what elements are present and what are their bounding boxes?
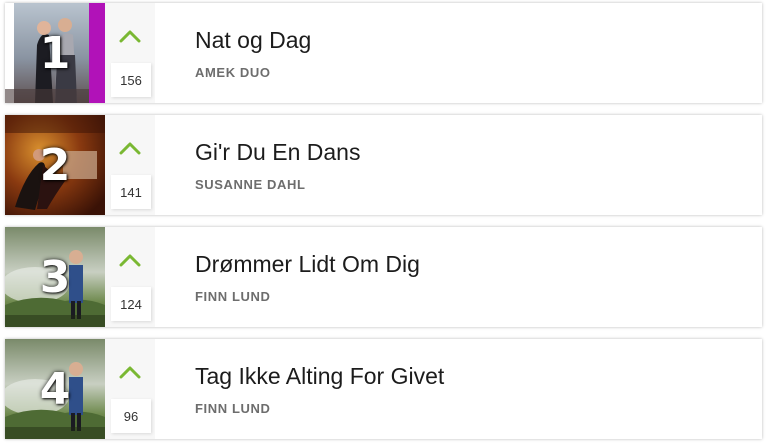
artist-name[interactable]: SUSANNE DAHL [195, 177, 305, 192]
artist-name[interactable]: FINN LUND [195, 289, 270, 304]
song-title[interactable]: Gi'r Du En Dans [195, 139, 360, 166]
chart-entry[interactable]: 3 124 Drømmer Lidt Om Dig FINN LUND [5, 227, 762, 327]
trend-column: 96 [105, 339, 155, 439]
rank-number: 3 [39, 251, 71, 303]
points-count: 141 [111, 175, 151, 209]
artist-name[interactable]: FINN LUND [195, 401, 270, 416]
points-count: 156 [111, 63, 151, 97]
points-count: 96 [111, 399, 151, 433]
trend-column: 156 [105, 3, 155, 103]
rank-number: 4 [39, 363, 71, 415]
trend-column: 141 [105, 115, 155, 215]
chevron-up-icon [119, 366, 141, 379]
chart-entry[interactable]: 1 156 Nat og Dag AMEK DUO [5, 3, 762, 103]
chevron-up-icon [119, 142, 141, 155]
chart-entry[interactable]: 2 141 Gi'r Du En Dans SUSANNE DAHL [5, 115, 762, 215]
trend-column: 124 [105, 227, 155, 327]
song-title[interactable]: Drømmer Lidt Om Dig [195, 251, 420, 278]
chevron-up-icon [119, 30, 141, 43]
points-count: 124 [111, 287, 151, 321]
chevron-up-icon [119, 254, 141, 267]
song-title[interactable]: Nat og Dag [195, 27, 311, 54]
artist-name[interactable]: AMEK DUO [195, 65, 271, 80]
rank-number: 2 [39, 139, 71, 191]
rank-number: 1 [39, 27, 71, 79]
chart-entry[interactable]: 4 96 Tag Ikke Alting For Givet FINN LUND [5, 339, 762, 439]
song-title[interactable]: Tag Ikke Alting For Givet [195, 363, 444, 390]
